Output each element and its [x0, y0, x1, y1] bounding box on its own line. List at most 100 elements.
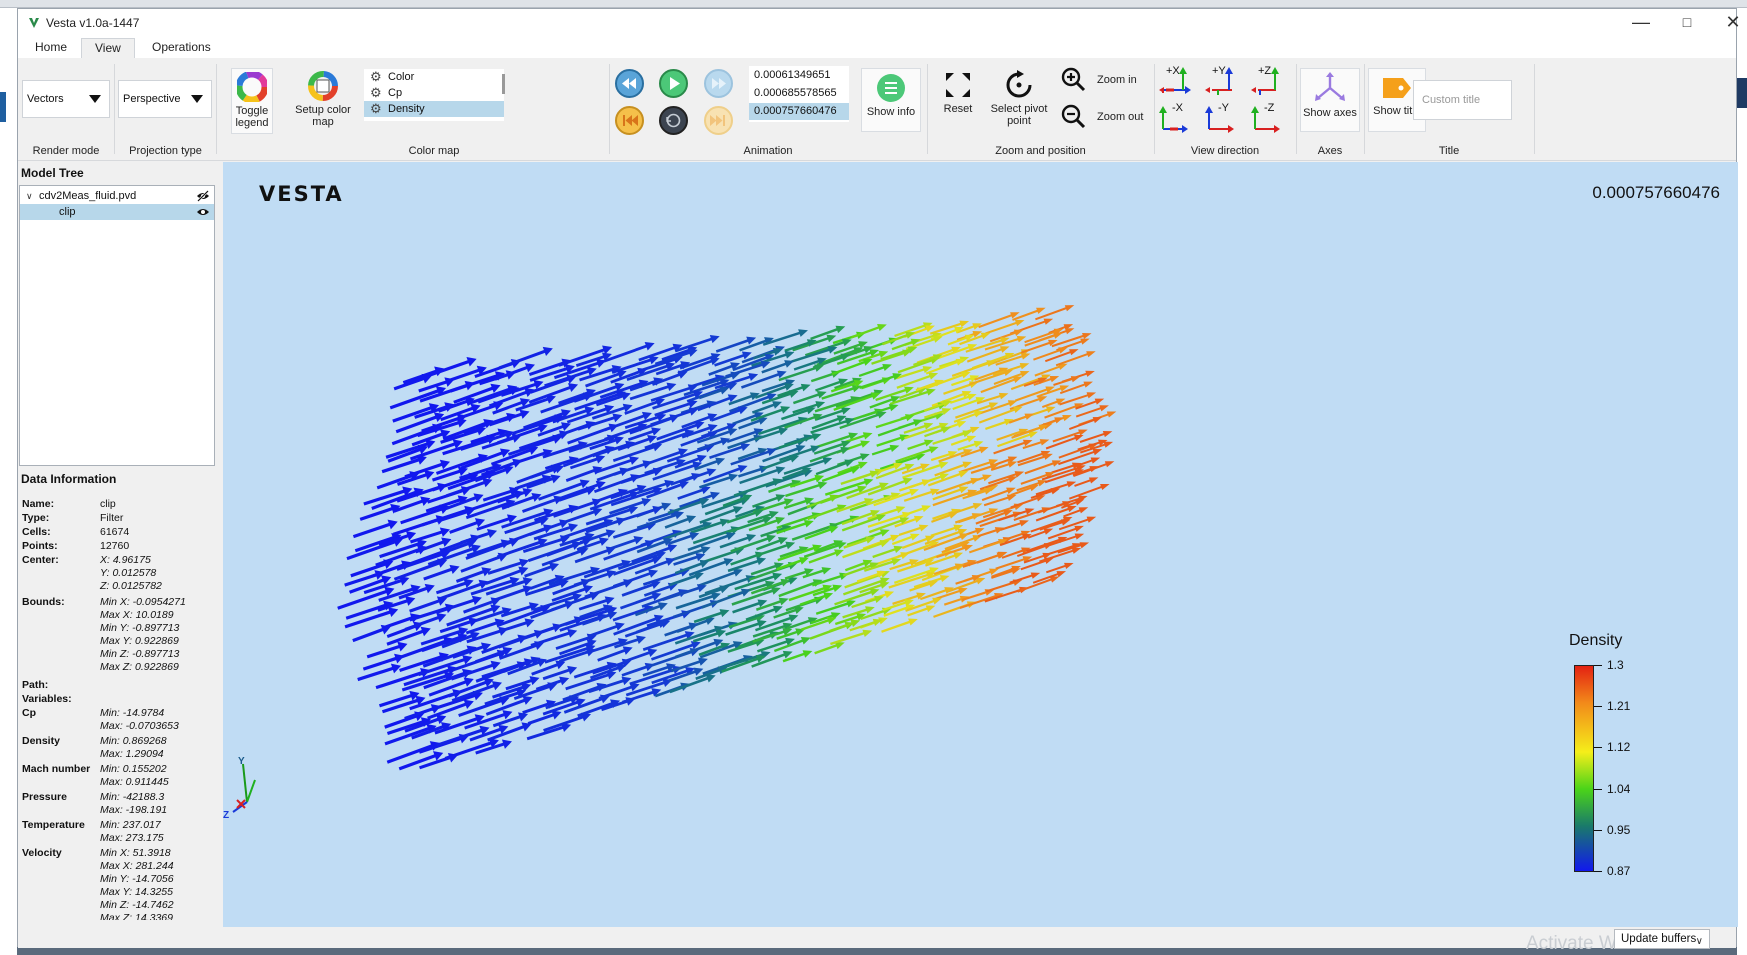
info-bounds-line: Min Y: -0.897713: [100, 622, 180, 634]
vector-arrow: [988, 471, 1025, 485]
toggle-legend-button[interactable]: Toggle legend: [231, 68, 273, 134]
minimize-button[interactable]: —: [1618, 9, 1664, 36]
legend-label: 0.87: [1607, 864, 1631, 878]
vector-arrow: [386, 741, 440, 764]
view-plus-x-button[interactable]: +X: [1158, 65, 1192, 95]
play-icon: [670, 77, 680, 90]
fast-forward-button[interactable]: [704, 69, 733, 98]
vector-arrow: [913, 354, 943, 366]
tree-item-dataset[interactable]: ∨ cdv2Meas_fluid.pvd: [20, 188, 214, 204]
legend-label: 1.12: [1607, 740, 1631, 754]
vector-arrow: [679, 491, 720, 509]
vector-arrow: [888, 571, 936, 589]
update-buffers-select[interactable]: Update buffers ∨: [1614, 929, 1710, 949]
view-plus-y-button[interactable]: +Y: [1204, 65, 1238, 95]
view-minus-y-button[interactable]: -Y: [1204, 102, 1238, 133]
color-map-item[interactable]: ⚙ Cp: [364, 85, 504, 101]
maximize-button[interactable]: □: [1664, 9, 1710, 36]
vector-arrow: [932, 508, 961, 520]
info-type-value: Filter: [100, 512, 124, 524]
select-pivot-button[interactable]: Select pivot point: [986, 70, 1052, 134]
info-center-x: X: 4.96175: [100, 554, 151, 566]
vector-arrow: [352, 624, 391, 643]
timestep-item[interactable]: 0.00061349651: [749, 67, 849, 84]
reset-button[interactable]: Reset: [933, 70, 983, 134]
axes-icon: [1315, 72, 1345, 101]
vector-arrow: [674, 335, 720, 353]
loop-button[interactable]: [659, 106, 688, 135]
show-axes-button[interactable]: Show axes: [1300, 68, 1360, 132]
app-window: Vesta v1.0a-1447 — □ ✕ Home View Operati…: [17, 8, 1741, 954]
info-name-value: clip: [100, 498, 116, 510]
vector-arrow: [577, 699, 621, 718]
show-info-button[interactable]: Show info: [861, 68, 921, 132]
skip-back-icon: [623, 115, 638, 126]
loop-icon: [666, 113, 681, 128]
legend-label: 1.3: [1607, 658, 1624, 672]
vector-arrow: [1010, 484, 1039, 497]
custom-title-input[interactable]: Custom title: [1413, 80, 1512, 120]
eye-icon[interactable]: [196, 206, 210, 218]
chevron-down-icon[interactable]: ∨: [26, 188, 33, 204]
vector-arrow: [526, 722, 572, 741]
render-mode-label: Render mode: [32, 145, 100, 157]
view-plus-z-button[interactable]: +Z: [1250, 65, 1284, 95]
vector-arrow: [1055, 351, 1096, 367]
vector-arrow: [498, 346, 553, 370]
color-map-scrollbar[interactable]: [502, 74, 505, 94]
axis-minus-z-icon: [1251, 106, 1280, 133]
status-bar: [18, 927, 1736, 948]
timestep-item[interactable]: 0.000685578565: [749, 85, 849, 102]
vector-arrow: [983, 494, 1017, 507]
zoom-group-label: Zoom and position: [995, 145, 1086, 157]
legend-tick: [1594, 789, 1602, 790]
title-group-label: Title: [1438, 145, 1460, 157]
vector-arrow: [752, 494, 786, 508]
eye-hidden-icon[interactable]: [196, 190, 210, 202]
render-mode-select[interactable]: Vectors: [22, 80, 110, 118]
tree-item-clip[interactable]: clip: [20, 204, 214, 220]
data-info-title: Data Information: [21, 472, 117, 486]
tab-home[interactable]: Home: [22, 38, 80, 58]
color-map-item[interactable]: ⚙ Density: [364, 101, 504, 117]
color-map-item[interactable]: ⚙ Color: [364, 69, 504, 85]
info-list-icon: [877, 74, 905, 102]
vector-arrow: [851, 324, 887, 339]
vector-arrow: [450, 660, 501, 681]
select-pivot-label: Select pivot point: [990, 103, 1048, 127]
var-name: Pressure: [22, 791, 67, 803]
zoom-out-button[interactable]: Zoom out: [1060, 103, 1150, 129]
close-button[interactable]: ✕: [1710, 9, 1747, 36]
view-minus-z-button[interactable]: -Z: [1250, 102, 1284, 133]
animation-group-label: Animation: [743, 145, 793, 157]
chevron-down-icon: ∨: [1695, 936, 1703, 947]
skip-to-start-button[interactable]: [615, 106, 644, 135]
vector-arrow: [897, 541, 940, 558]
vector-arrow: [524, 562, 560, 578]
info-center-y: Y: 0.012578: [100, 567, 157, 579]
rewind-button[interactable]: [615, 69, 644, 98]
tab-operations[interactable]: Operations: [139, 38, 224, 58]
view-direction-group-label: View direction: [1190, 145, 1260, 157]
ribbon-toolbar: Vectors Render mode Perspective Projecti…: [18, 58, 1736, 161]
vector-arrow: [449, 518, 486, 534]
setup-color-map-button[interactable]: Setup color map: [292, 71, 354, 135]
view-minus-x-button[interactable]: -X: [1158, 102, 1192, 133]
vector-arrow: [909, 580, 938, 592]
vector-arrow: [733, 478, 783, 497]
zoom-out-label: Zoom out: [1097, 111, 1144, 123]
vector-arrow: [966, 474, 992, 485]
axes-group-label: Axes: [1317, 145, 1343, 157]
zoom-in-button[interactable]: Zoom in: [1060, 66, 1150, 92]
vector-arrow: [715, 336, 757, 353]
projection-select[interactable]: Perspective: [118, 80, 212, 118]
vector-arrow: [784, 339, 817, 352]
timestep-item[interactable]: 0.000757660476: [749, 103, 849, 120]
render-viewport[interactable]: VESTA 0.000757660476 Y Z Density 1.3 1.2…: [223, 162, 1738, 927]
play-button[interactable]: [659, 69, 688, 98]
tab-view[interactable]: View: [81, 38, 135, 58]
vector-arrow: [806, 494, 840, 509]
vector-arrow: [542, 441, 588, 459]
legend-tick: [1594, 747, 1602, 748]
skip-to-end-button[interactable]: [704, 106, 733, 135]
